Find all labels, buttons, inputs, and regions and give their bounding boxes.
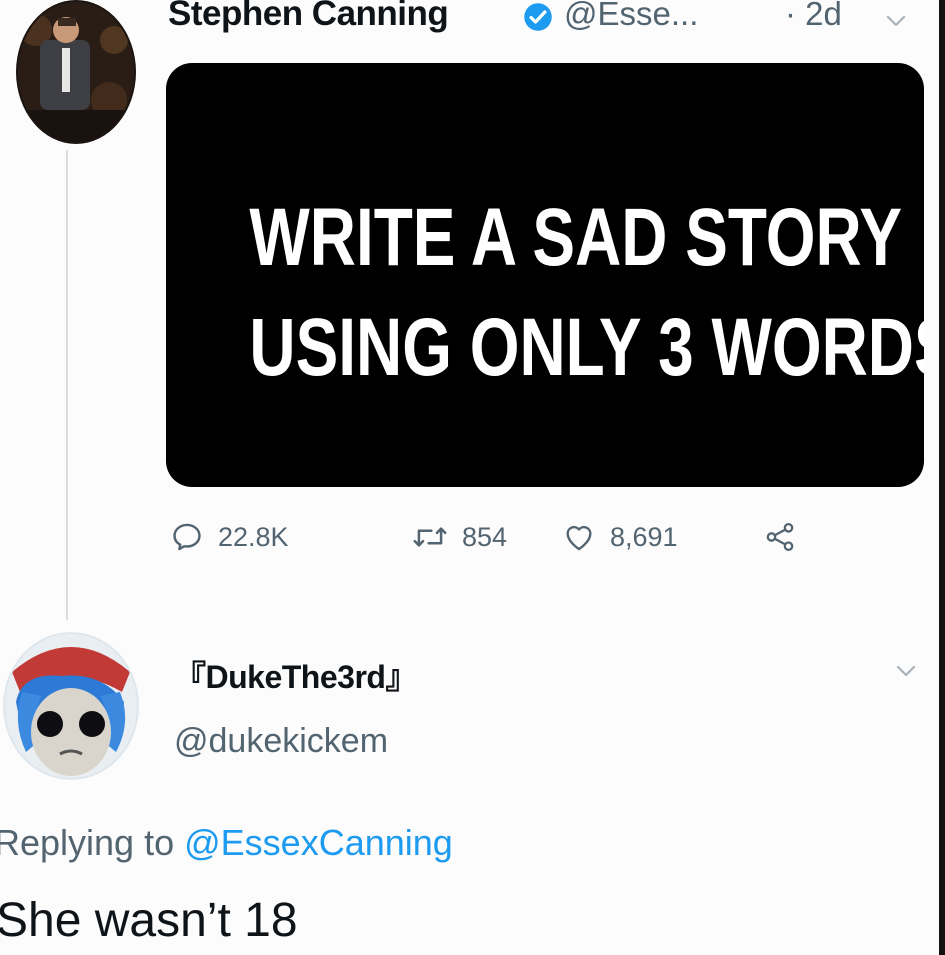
heart-icon <box>566 525 592 551</box>
retweet-icon <box>413 527 447 547</box>
share-icon <box>766 522 794 552</box>
like-count: 8,691 <box>610 521 678 552</box>
share-button[interactable] <box>762 520 798 554</box>
retweet-button[interactable]: 854 <box>412 520 507 554</box>
screen-edge <box>939 0 945 955</box>
replying-to-mention-link[interactable]: @EssexCanning <box>184 822 453 863</box>
reply-count: 22.8K <box>218 521 289 552</box>
reply-text: She wasn’t 18 <box>0 894 298 947</box>
chevron-down-icon[interactable] <box>885 14 907 28</box>
reply-author-handle[interactable]: @dukekickem <box>174 722 388 761</box>
replying-to-label: Replying to <box>0 822 175 863</box>
media-text-line-2: USING ONLY 3 WORDS <box>249 302 924 393</box>
reply-author-avatar[interactable] <box>2 632 140 780</box>
author-avatar[interactable] <box>14 0 138 150</box>
tweet-media-image[interactable]: WRITE A SAD STORY USING ONLY 3 WORDS <box>166 63 924 487</box>
reply-author-name[interactable]: 『DukeThe3rd』 <box>174 652 417 698</box>
author-name[interactable]: Stephen Canning <box>168 0 449 34</box>
thread-connector-line <box>66 150 68 620</box>
replying-to-line: Replying to @EssexCanning <box>0 822 453 864</box>
chevron-down-icon[interactable] <box>895 664 917 678</box>
media-text-line-1: WRITE A SAD STORY <box>249 192 903 283</box>
like-button[interactable]: 8,691 <box>562 520 678 554</box>
tweet-actions-bar: 22.8K 854 8,691 <box>166 520 866 570</box>
author-handle[interactable]: @Esse... <box>564 0 698 33</box>
verified-badge-icon <box>524 3 552 31</box>
tweet-timestamp[interactable]: · 2d <box>785 0 842 33</box>
reply-icon <box>173 523 201 551</box>
reply-button[interactable]: 22.8K <box>170 520 289 554</box>
tweet-thread-screen: Stephen Canning @Esse... · 2d WRITE A SA… <box>0 0 945 955</box>
retweet-count: 854 <box>462 521 508 552</box>
